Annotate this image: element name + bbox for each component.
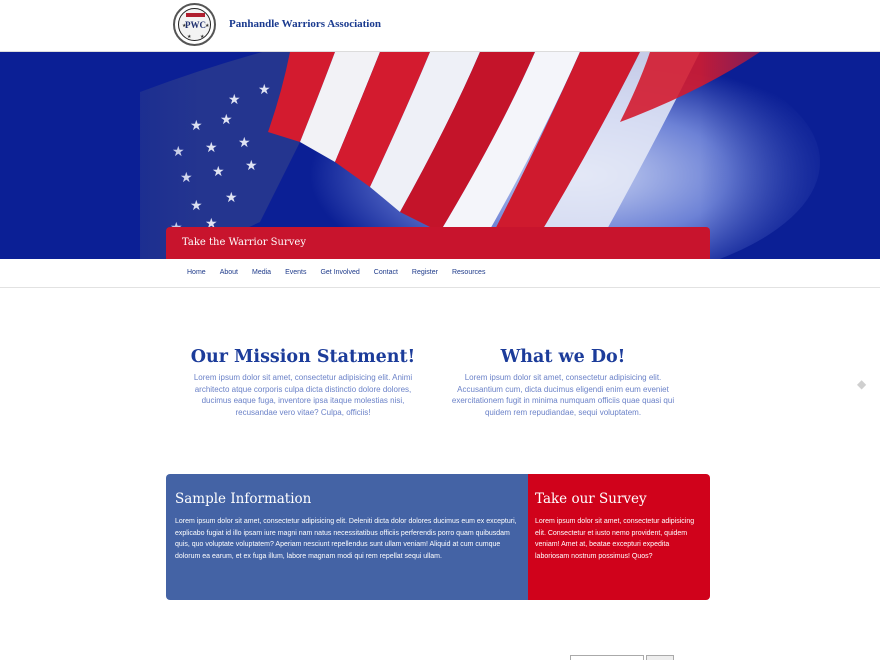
- mission-body: Lorem ipsum dolor sit amet, consectetur …: [193, 373, 413, 417]
- svg-text:★: ★: [205, 140, 218, 156]
- take-survey-body: Lorem ipsum dolor sit amet, consectetur …: [535, 518, 695, 560]
- sample-information-title: Sample Information: [175, 491, 312, 507]
- logo-stripe: [186, 13, 205, 17]
- nav-list: Home About Media Events Get Involved Con…: [183, 269, 495, 276]
- survey-banner-label: Take the Warrior Survey: [182, 237, 306, 248]
- search-input[interactable]: [570, 655, 644, 660]
- svg-text:★: ★: [245, 158, 258, 174]
- star-icon: ★: [187, 34, 192, 40]
- what-we-do-section: What we Do! Lorem ipsum dolor sit amet, …: [443, 346, 683, 418]
- svg-text:★: ★: [220, 112, 233, 128]
- site-title[interactable]: Panhandle Warriors Association: [229, 18, 381, 30]
- main-nav: Home About Media Events Get Involved Con…: [0, 259, 880, 288]
- pwc-logo[interactable]: PWC ★ ★ ★ ★: [173, 3, 216, 46]
- search-button[interactable]: [646, 655, 674, 660]
- sample-information-box: Sample Information Lorem ipsum dolor sit…: [166, 474, 528, 600]
- logo-seal: PWC ★ ★ ★ ★: [178, 8, 211, 41]
- svg-text:★: ★: [258, 82, 271, 98]
- take-survey-title: Take our Survey: [535, 491, 647, 507]
- take-survey-box[interactable]: Take our Survey Lorem ipsum dolor sit am…: [528, 474, 710, 600]
- diamond-arrow-icon[interactable]: ◆: [857, 378, 869, 390]
- nav-item-contact[interactable]: Contact: [370, 269, 402, 276]
- nav-item-register[interactable]: Register: [408, 269, 442, 276]
- sample-information-body: Lorem ipsum dolor sit amet, consectetur …: [175, 518, 517, 560]
- svg-text:★: ★: [238, 135, 251, 151]
- nav-item-events[interactable]: Events: [281, 269, 310, 276]
- warrior-survey-banner[interactable]: Take the Warrior Survey: [166, 227, 710, 259]
- mission-section: Our Mission Statment! Lorem ipsum dolor …: [183, 346, 423, 418]
- svg-text:★: ★: [212, 164, 225, 180]
- site-header: PWC ★ ★ ★ ★ Panhandle Warriors Associati…: [0, 0, 880, 52]
- mission-title: Our Mission Statment!: [190, 347, 416, 367]
- nav-item-resources[interactable]: Resources: [448, 269, 489, 276]
- star-icon: ★: [200, 34, 205, 40]
- what-we-do-body: Lorem ipsum dolor sit amet, consectetur …: [451, 373, 675, 417]
- nav-item-home[interactable]: Home: [183, 269, 210, 276]
- nav-item-media[interactable]: Media: [248, 269, 275, 276]
- svg-text:★: ★: [225, 190, 238, 206]
- svg-text:★: ★: [228, 92, 241, 108]
- nav-item-get-involved[interactable]: Get Involved: [316, 269, 363, 276]
- nav-item-about[interactable]: About: [216, 269, 242, 276]
- what-we-do-title: What we Do!: [500, 347, 626, 367]
- star-icon: ★: [182, 23, 187, 29]
- star-icon: ★: [205, 23, 210, 29]
